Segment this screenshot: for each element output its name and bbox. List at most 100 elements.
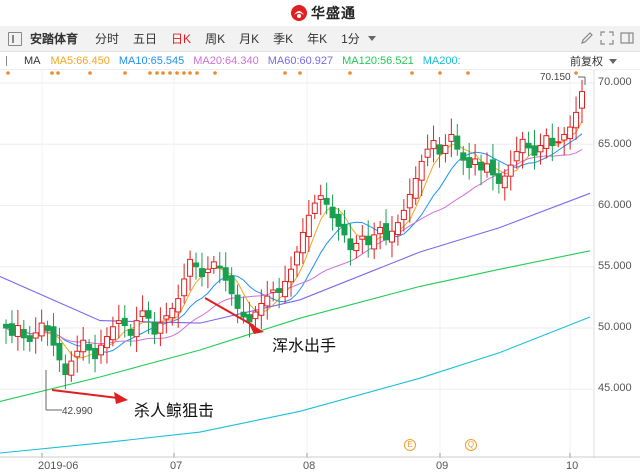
x-tick-label: 09 (436, 460, 449, 472)
candle-body (62, 363, 69, 376)
candle-body (187, 258, 194, 277)
tab-five-day[interactable]: 五日 (126, 30, 164, 47)
price-adjust-select[interactable]: 前复权 (564, 52, 640, 69)
candle-body (133, 320, 140, 338)
tab-weekly-k[interactable]: 周K (198, 30, 232, 47)
ma-collapse-icon[interactable] (6, 56, 16, 66)
candle-body (311, 202, 318, 214)
interval-select[interactable]: 1分 (334, 30, 383, 47)
candle-body (115, 320, 122, 324)
candle-body (388, 230, 395, 243)
candle-body (377, 227, 384, 235)
candle-body (288, 268, 295, 283)
earnings-event-marker[interactable]: E (404, 439, 416, 451)
candle-body (436, 144, 443, 155)
x-tick-label: 10 (566, 460, 579, 472)
candle-body (276, 288, 283, 293)
candle-body (466, 157, 473, 169)
signal-dot (161, 71, 165, 75)
signal-dot (298, 71, 302, 75)
signal-dot (574, 71, 578, 75)
candle-body (151, 321, 158, 335)
candle-body (365, 235, 372, 246)
signal-dot (195, 71, 199, 75)
brand-bar: 华盛通 (0, 0, 640, 26)
candle-body (448, 133, 455, 142)
brand-logo-icon (290, 4, 308, 22)
candle-body (353, 242, 360, 252)
candle-body (454, 135, 461, 150)
signal-dot (410, 71, 414, 75)
candle-body (537, 144, 544, 153)
draw-pencil-icon[interactable] (580, 31, 594, 45)
x-tick-label: 2019-06 (38, 460, 79, 472)
y-tick-label: 45.000 (598, 382, 632, 394)
stock-name: 安踏体育 (30, 32, 79, 46)
candle-body (98, 344, 105, 356)
moving-average-lines (0, 121, 591, 454)
signal-dot (283, 71, 287, 75)
interval-value: 1分 (341, 32, 360, 46)
tab-daily-k[interactable]: 日K (164, 30, 198, 47)
candle-body (317, 195, 324, 200)
signal-dot (56, 71, 60, 75)
candle-body (282, 280, 289, 298)
candle-body (406, 193, 413, 209)
high-price-tag: 70.150 (540, 72, 571, 83)
candle-body (14, 325, 21, 337)
signal-dot (168, 71, 172, 75)
ma20-value: MA20:64.340 (193, 54, 259, 67)
candle-body (228, 275, 235, 295)
x-tick-label: 07 (170, 460, 183, 472)
signal-dot (148, 71, 152, 75)
quarterly-event-marker[interactable]: Q (465, 439, 477, 451)
fullscreen-icon[interactable] (600, 31, 614, 45)
candle-body (495, 173, 502, 184)
candle-body (359, 235, 366, 240)
candle-body (293, 251, 300, 266)
chevron-down-icon (609, 58, 617, 64)
candle-body (341, 223, 348, 236)
candle-body (513, 151, 520, 162)
signal-dot (213, 71, 217, 75)
tab-monthly-k[interactable]: 月K (232, 30, 266, 47)
candle-body (400, 209, 407, 221)
ma5-value: MA5:66.450 (50, 54, 110, 67)
candle-body (519, 138, 526, 154)
signal-dot (6, 71, 10, 75)
long-ma-line (0, 250, 591, 403)
buy-arrow-shaft (51, 389, 119, 399)
candle-body (175, 298, 182, 313)
candle-body (56, 342, 63, 361)
sidebar-toggle-icon[interactable] (620, 31, 634, 45)
candle-body (80, 339, 87, 353)
tab-yearly-k[interactable]: 年K (300, 30, 334, 47)
candle-body (157, 322, 164, 334)
tab-quarterly-k[interactable]: 季K (266, 30, 300, 47)
candle-body (323, 197, 330, 205)
candle-body (371, 234, 378, 250)
candle-body (264, 295, 271, 307)
ma20-line (5, 148, 583, 345)
candle-body (8, 323, 15, 336)
candle-body (103, 336, 110, 349)
signal-dot (438, 71, 442, 75)
candle-body (216, 265, 223, 269)
candlestick-chart[interactable] (0, 70, 640, 458)
price-callouts (45, 76, 586, 411)
candle-body (478, 161, 485, 171)
collapse-panel-icon[interactable] (8, 31, 22, 46)
candle-body (86, 343, 93, 351)
candle-body (299, 231, 306, 254)
candle-body (412, 178, 419, 199)
candle-body (204, 268, 211, 273)
candle-body (489, 159, 496, 176)
chart-grid (0, 70, 640, 458)
signal-dot (188, 71, 192, 75)
candle-body (222, 267, 229, 281)
candle-body (92, 348, 99, 360)
candle-body (20, 329, 27, 339)
ma200-value: MA200: (422, 54, 461, 67)
ma-legend: MA MA5:66.450 MA10:65.545 MA20:64.340 MA… (0, 52, 640, 70)
tab-intraday[interactable]: 分时 (88, 30, 126, 47)
